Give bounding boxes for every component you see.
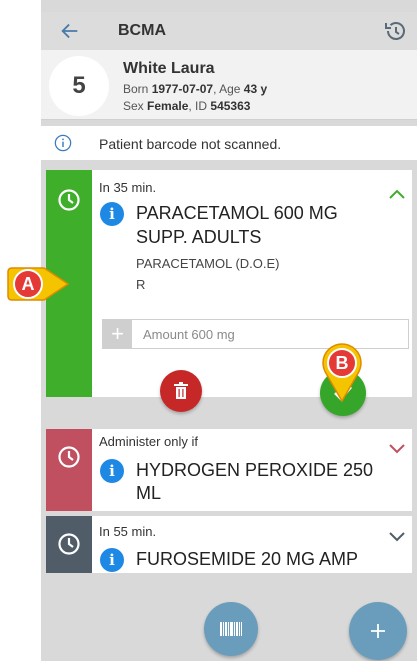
due-time: In 55 min. — [99, 524, 157, 539]
patient-birth-age: Born 1977-07-07, Age 43 y — [123, 82, 267, 96]
bed-number: 5 — [49, 56, 109, 116]
patient-sex-id: Sex Female, ID 545363 — [123, 99, 250, 113]
clock-icon — [58, 533, 80, 555]
drug-name-line1: PARACETAMOL 600 MG — [136, 203, 338, 223]
marker-a-label: A — [22, 274, 35, 294]
patient-header[interactable]: 5 White Laura Born 1977-07-07, Age 43 y … — [41, 50, 417, 120]
chevron-up-icon[interactable] — [388, 188, 406, 200]
age-label: , Age — [213, 82, 241, 96]
sex-value: Female — [147, 99, 189, 113]
drug-name-line1: HYDROGEN PEROXIDE 250 — [136, 460, 374, 480]
born-value: 1977-07-07 — [151, 82, 214, 96]
born-label: Born — [123, 82, 149, 96]
app-bar: BCMA — [41, 12, 417, 50]
medication-card-hydrogen-peroxide[interactable]: Administer only if i HYDROGEN PEROXIDE 2… — [46, 429, 412, 511]
drug-generic-name: PARACETAMOL (D.O.E) — [136, 256, 280, 271]
age-value: 43 y — [243, 82, 268, 96]
callout-marker-a: A — [7, 267, 70, 301]
info-icon[interactable]: i — [100, 459, 124, 483]
info-icon[interactable]: i — [100, 548, 124, 572]
bcma-screen: BCMA 5 White Laura Born 1977-07-07, Age … — [41, 0, 417, 661]
drug-route: R — [136, 277, 146, 292]
id-label: , ID — [188, 99, 208, 113]
callout-marker-b: B — [322, 343, 362, 403]
history-icon[interactable] — [383, 19, 407, 43]
info-outline-icon — [54, 134, 72, 152]
drug-name-line1: FUROSEMIDE 20 MG AMP — [136, 549, 359, 569]
administration-condition: Administer only if — [99, 434, 198, 449]
page-title: BCMA — [118, 22, 166, 39]
add-icon — [371, 624, 385, 638]
drug-name-line2: ML — [136, 483, 162, 503]
back-arrow-icon[interactable] — [59, 20, 81, 42]
status-strip-conditional — [46, 429, 92, 511]
id-value: 545363 — [210, 99, 251, 113]
barcode-icon — [220, 622, 242, 636]
due-time: In 35 min. — [99, 180, 157, 195]
chevron-down-icon[interactable] — [388, 531, 406, 543]
delete-button[interactable] — [160, 370, 202, 412]
chevron-down-icon[interactable] — [388, 443, 406, 455]
marker-b-label: B — [336, 353, 349, 373]
trash-icon — [174, 382, 188, 399]
scan-barcode-button[interactable] — [204, 602, 258, 656]
barcode-notice: Patient barcode not scanned. — [41, 126, 417, 160]
status-strip-scheduled — [46, 516, 92, 573]
add-button[interactable] — [349, 602, 407, 660]
info-icon[interactable]: i — [100, 202, 124, 226]
clock-icon — [58, 189, 80, 211]
clock-icon — [58, 446, 80, 468]
drug-name-line2: SUPP. ADULTS — [136, 227, 262, 247]
medication-card-furosemide[interactable]: In 55 min. i FUROSEMIDE 20 MG AMP — [46, 516, 412, 573]
plus-icon[interactable]: + — [103, 320, 132, 348]
notice-text: Patient barcode not scanned. — [99, 136, 282, 152]
patient-name: White Laura — [123, 60, 215, 77]
sex-label: Sex — [123, 99, 144, 113]
amount-placeholder: Amount 600 mg — [143, 327, 235, 342]
